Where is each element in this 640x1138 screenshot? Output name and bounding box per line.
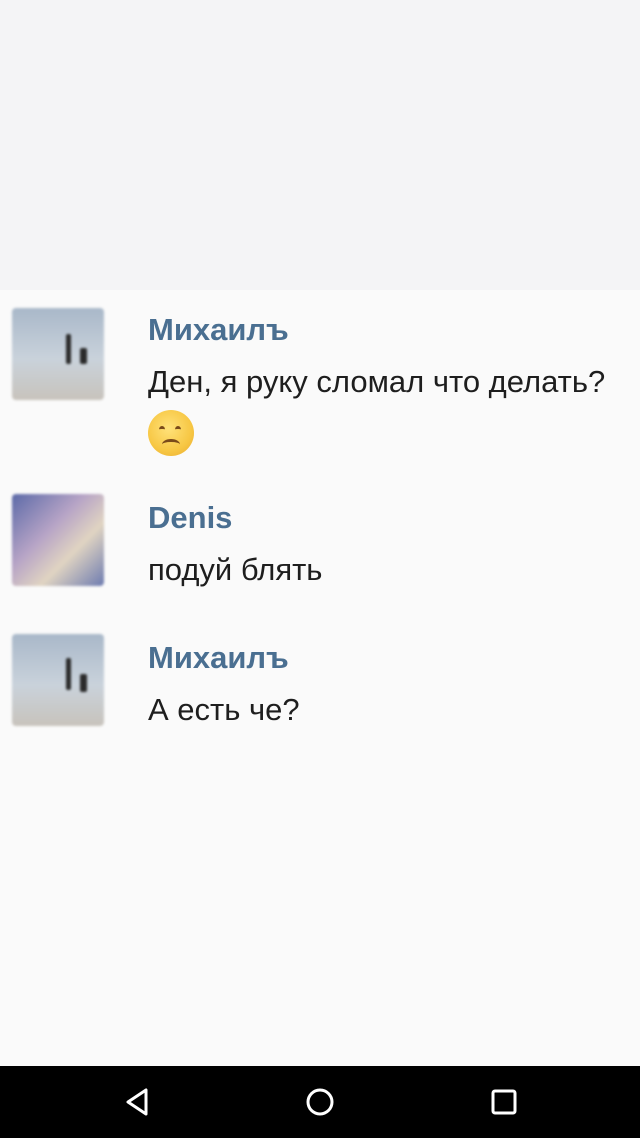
worried-face-emoji — [148, 410, 194, 456]
message-text: Ден, я руку сломал что делать? — [148, 364, 606, 399]
avatar[interactable] — [12, 308, 104, 400]
chat-message-list: Михаилъ Ден, я руку сломал что делать? D… — [0, 290, 640, 1066]
avatar[interactable] — [12, 634, 104, 726]
avatar[interactable] — [12, 494, 104, 586]
home-icon[interactable] — [300, 1082, 340, 1122]
recents-icon[interactable] — [484, 1082, 524, 1122]
sender-name[interactable]: Denis — [148, 500, 232, 536]
top-blank-area — [0, 0, 640, 290]
sender-name[interactable]: Михаилъ — [148, 640, 289, 676]
back-icon[interactable] — [118, 1082, 158, 1122]
android-navigation-bar — [0, 1066, 640, 1138]
message-text: А есть че? — [148, 692, 300, 727]
sender-name[interactable]: Михаилъ — [148, 312, 289, 348]
message-text: подуй блять — [148, 552, 323, 587]
